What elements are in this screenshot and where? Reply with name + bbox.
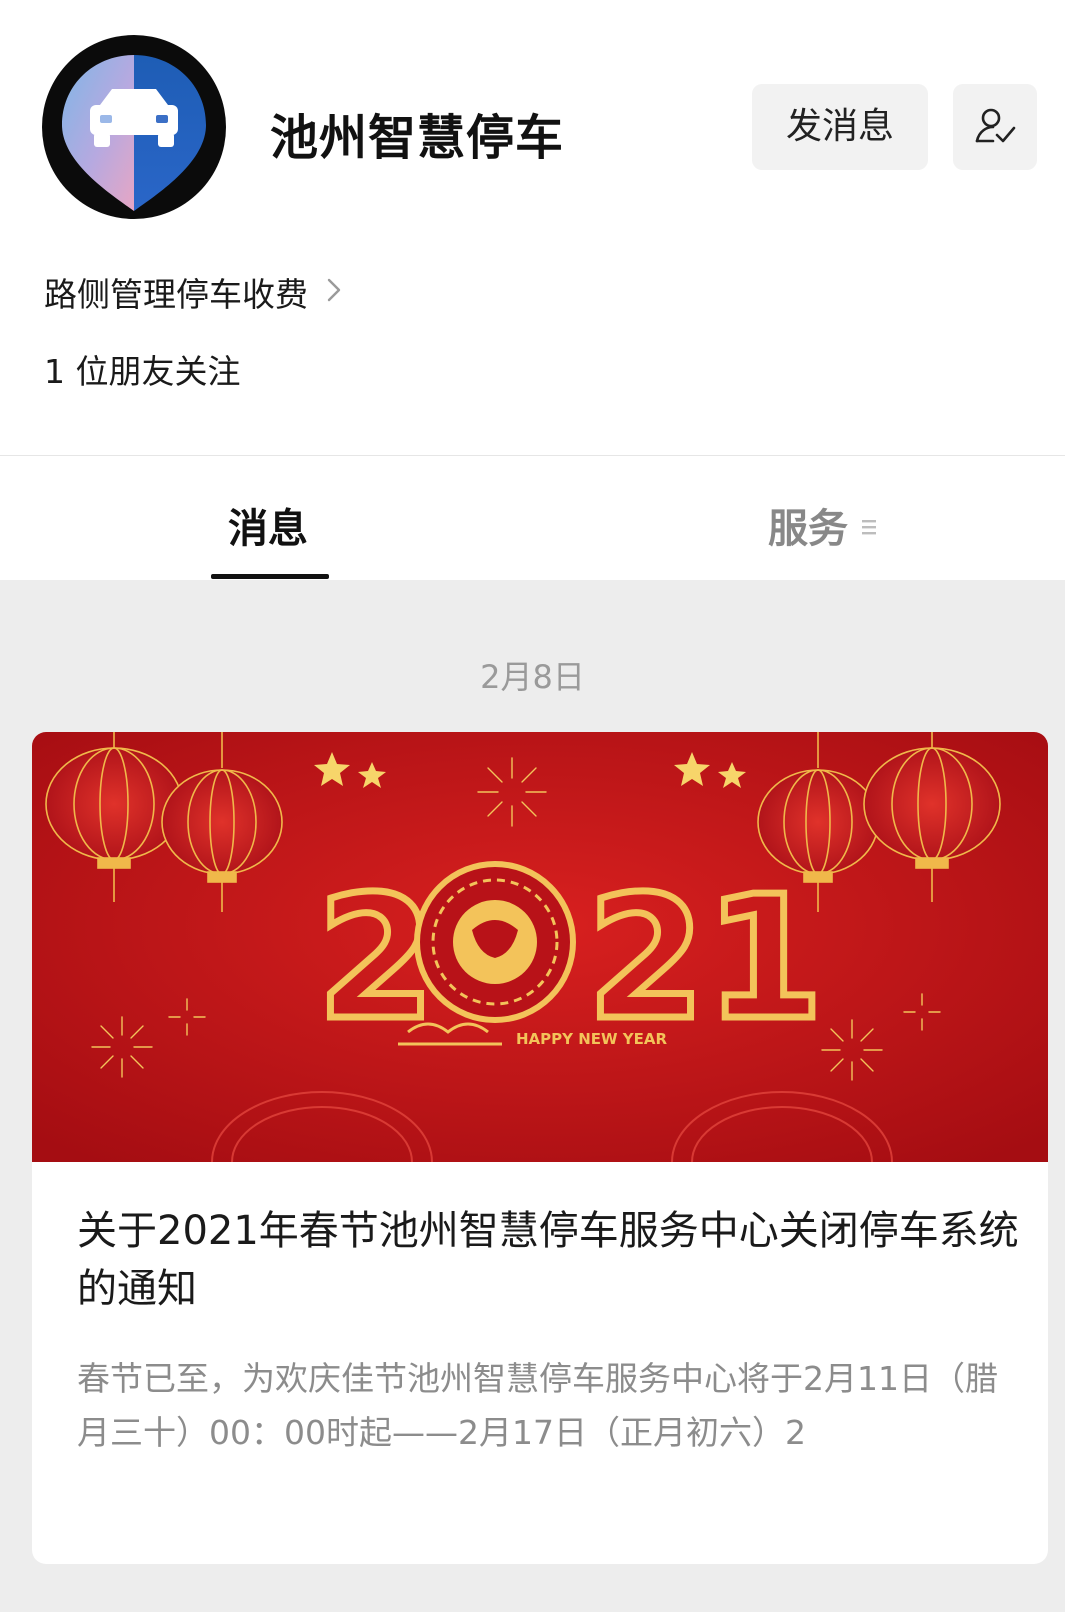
follow-button[interactable] bbox=[953, 84, 1037, 170]
friends-following-count: 1 位朋友关注 bbox=[44, 352, 241, 391]
profile-header: 池州智慧停车 发消息 路侧管理停车收费 1 位朋友关注 bbox=[0, 0, 1065, 455]
banner-caption: HAPPY NEW YEAR bbox=[516, 1030, 668, 1048]
chevron-right-icon bbox=[326, 273, 342, 312]
message-feed[interactable]: 2月8日 2 21 HAPPY NEW YEAR 关于2021年春节池州智慧停车… bbox=[0, 580, 1065, 1612]
avatar[interactable] bbox=[42, 35, 226, 219]
menu-icon bbox=[860, 502, 880, 548]
car-icon bbox=[62, 55, 206, 211]
account-name: 池州智慧停车 bbox=[270, 110, 565, 166]
article-digest: 春节已至，为欢庆佳节池州智慧停车服务中心将于2月11日（腊月三十）00：00时起… bbox=[77, 1359, 998, 1452]
banner-year-digits-21: 21 bbox=[587, 860, 824, 1058]
user-check-icon bbox=[975, 108, 1016, 143]
official-account-page: 池州智慧停车 发消息 路侧管理停车收费 1 位朋友关注 消息 服务 2月8日 2… bbox=[0, 0, 1065, 1612]
send-message-button[interactable]: 发消息 bbox=[752, 84, 928, 170]
account-description: 路侧管理停车收费 bbox=[44, 275, 308, 314]
tab-bar: 消息 服务 bbox=[0, 456, 1065, 580]
message-date: 2月8日 bbox=[480, 658, 585, 696]
active-tab-indicator bbox=[211, 574, 329, 579]
article-card[interactable]: 2 21 HAPPY NEW YEAR 关于2021年春节池州智慧停车服务中心关… bbox=[32, 732, 1048, 1564]
account-description-link[interactable]: 路侧管理停车收费 bbox=[44, 270, 342, 314]
tab-services-label: 服务 bbox=[768, 506, 848, 552]
article-title[interactable]: 关于2021年春节池州智慧停车服务中心关闭停车系统的通知 bbox=[77, 1202, 1027, 1318]
tab-messages[interactable]: 消息 bbox=[228, 496, 308, 554]
tab-services[interactable]: 服务 bbox=[768, 496, 880, 554]
article-cover-image: 2 21 HAPPY NEW YEAR bbox=[32, 732, 1048, 1162]
